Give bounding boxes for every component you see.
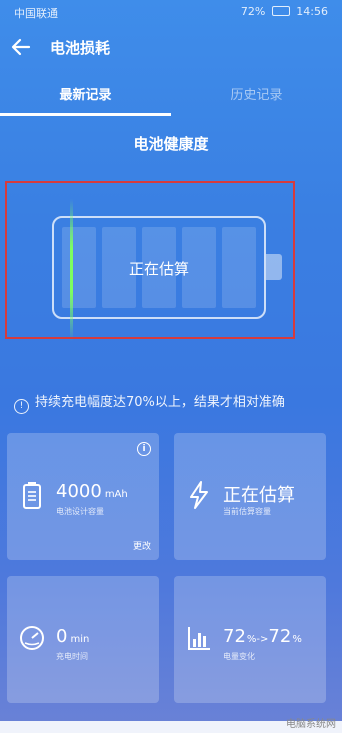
info-button[interactable]: i (137, 442, 151, 456)
charge-time-label: 充电时间 (56, 652, 88, 661)
battery-icon (23, 482, 41, 509)
status-bar: 中国联通 72% 14:56 (0, 0, 342, 24)
edit-capacity-button[interactable]: 更改 (133, 539, 151, 552)
design-capacity-card: i 4000 mAh 电池设计容量 更改 (7, 433, 159, 560)
watermark: 电脑系统网 (286, 719, 336, 730)
active-tab-indicator (0, 113, 171, 116)
battery-icon (271, 6, 290, 16)
gauge-icon (20, 626, 44, 650)
tab-latest-record[interactable]: 最新记录 (0, 84, 171, 103)
lightning-icon (190, 481, 208, 509)
highlight-box (5, 181, 295, 339)
current-estimate-label: 当前估算容量 (223, 507, 271, 516)
battery-level: 72% (240, 5, 266, 18)
current-estimate-value: 正在估算 (223, 485, 295, 506)
design-capacity-label: 电池设计容量 (56, 507, 104, 516)
carrier-label: 中国联通 (14, 7, 58, 20)
charge-time-number: 0 (56, 626, 68, 647)
percent-glyph: % (292, 634, 302, 645)
bar-chart-icon (188, 627, 210, 650)
capacity-unit: mAh (104, 489, 128, 500)
capacity-number: 4000 (56, 481, 102, 502)
design-capacity-value: 4000 mAh (56, 481, 128, 502)
charge-time-card: 0 min 充电时间 (7, 576, 159, 703)
arrow-percent-glyph: %-> (246, 634, 269, 645)
clock: 14:56 (296, 5, 328, 18)
tab-history-record[interactable]: 历史记录 (171, 84, 342, 103)
charge-change-label: 电量变化 (223, 652, 255, 661)
back-arrow-icon[interactable] (10, 36, 32, 58)
charge-time-value: 0 min (56, 626, 89, 647)
current-estimate-card: 正在估算 当前估算容量 (174, 433, 326, 560)
charge-change-card: 72%->72% 电量变化 (174, 576, 326, 703)
charge-time-unit: min (70, 634, 90, 645)
accuracy-notice: ! 持续充电幅度达70%以上，结果才相对准确 (14, 391, 285, 414)
charge-change-value: 72%->72% (223, 626, 302, 647)
battery-health-title: 电池健康度 (133, 135, 209, 153)
status-right: 72% 14:56 (241, 5, 328, 18)
charge-to-value: 72 (268, 626, 292, 647)
page-title: 电池损耗 (50, 39, 111, 57)
notice-text: 持续充电幅度达70%以上，结果才相对准确 (35, 395, 285, 410)
info-icon: ! (14, 399, 29, 414)
charge-from-value: 72 (223, 626, 246, 647)
